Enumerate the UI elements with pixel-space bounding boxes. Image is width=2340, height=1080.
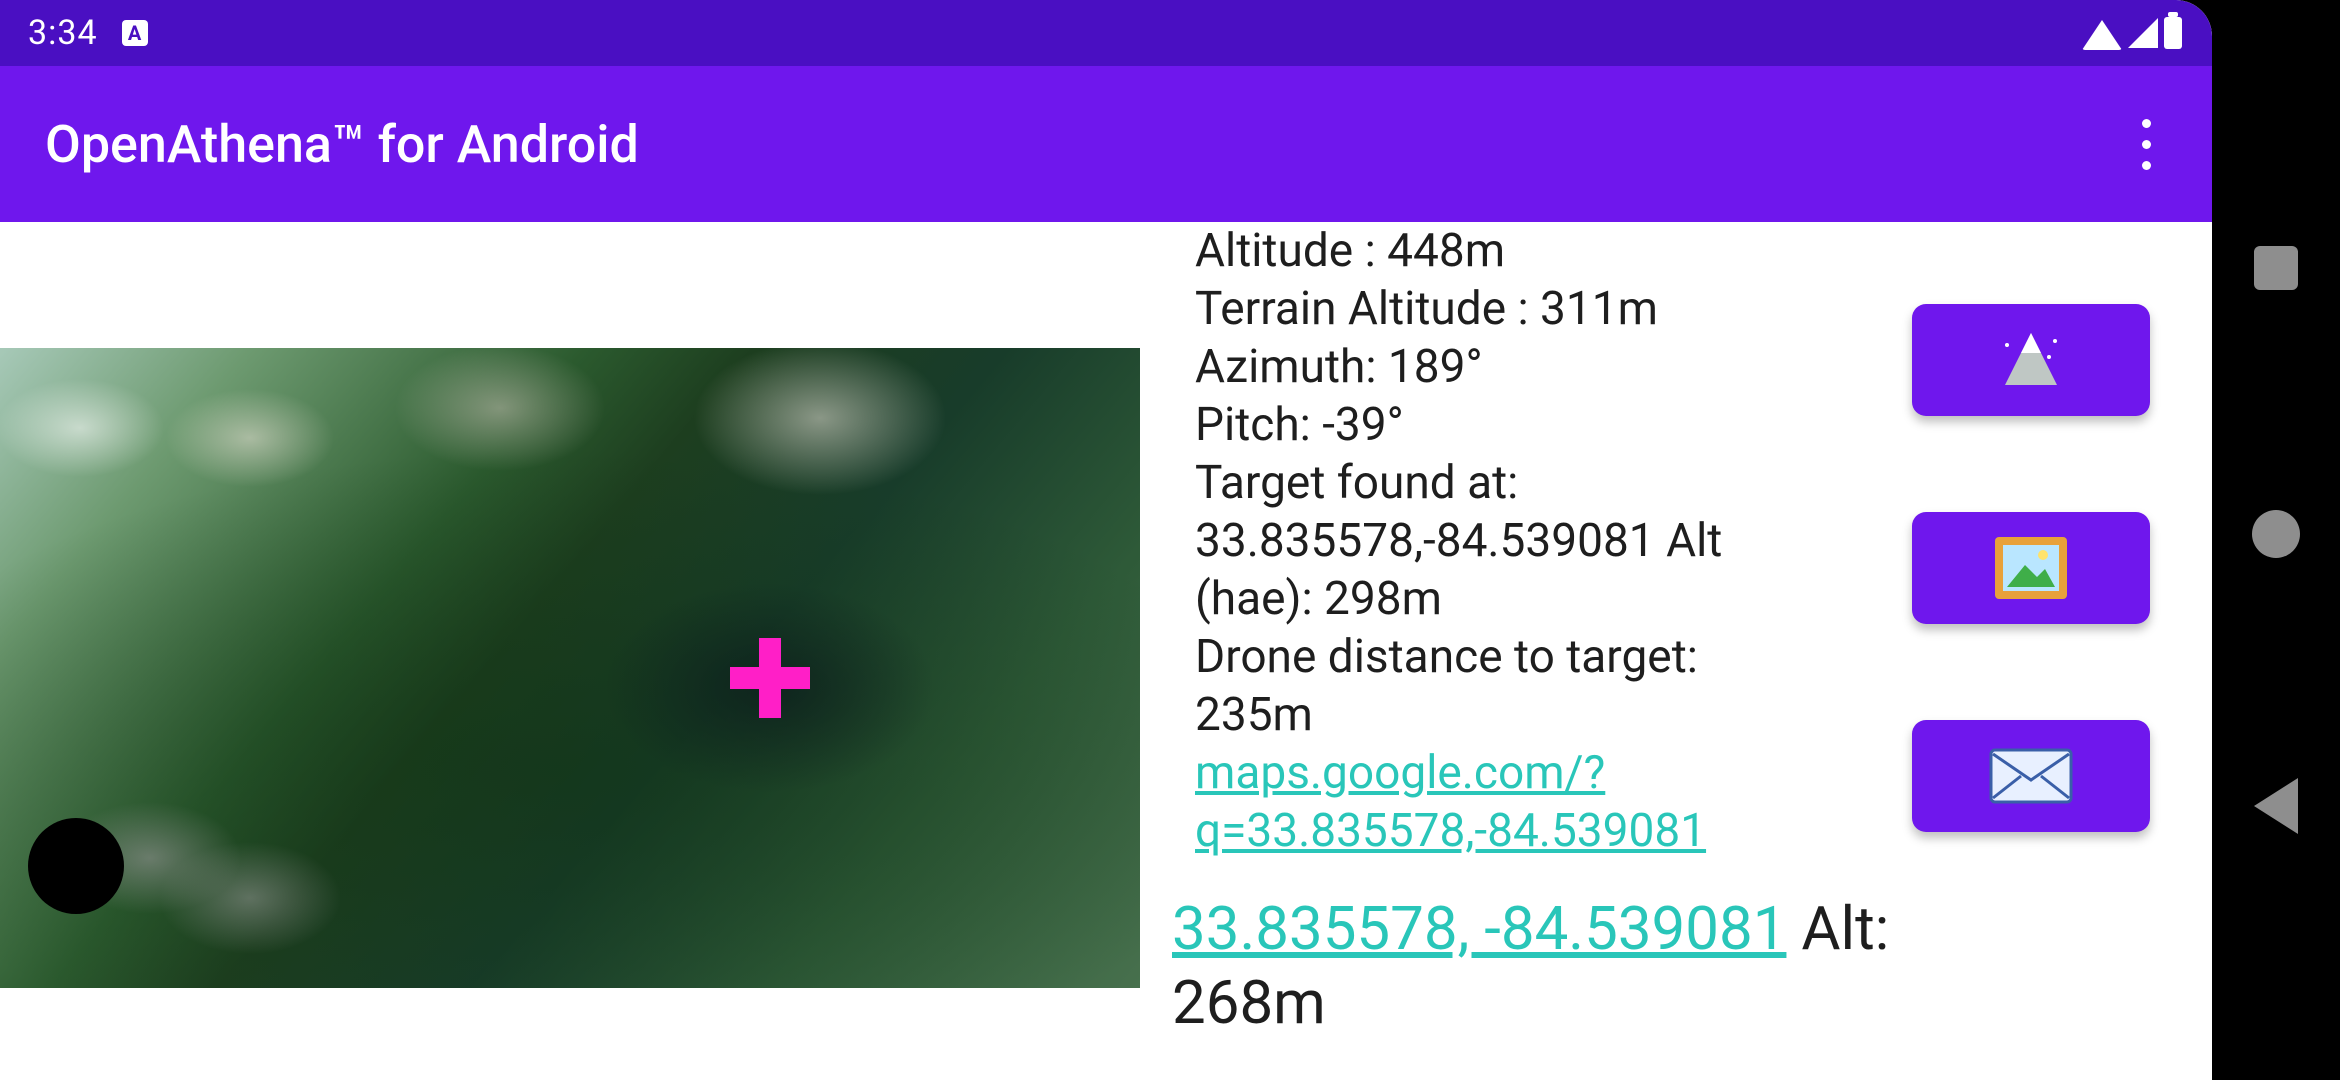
main-content: Altitude : 448m Terrain Altitude : 311m … (0, 222, 2212, 1080)
distance-text: Drone distance to target: 235m (1195, 628, 1775, 744)
maps-link[interactable]: maps.google.com/?q=33.835578,-84.539081 (1195, 746, 1706, 858)
camera-cutout (28, 818, 124, 914)
wifi-icon (2082, 20, 2122, 50)
result-coords-link[interactable]: 33.835578, -84.539081 (1172, 893, 1786, 964)
picture-frame-icon (1993, 535, 2069, 601)
altitude-text: Altitude : 448m (1195, 222, 1775, 280)
system-nav-bar (2212, 0, 2340, 1080)
status-clock: 3:34 (28, 13, 98, 53)
load-image-button[interactable] (1912, 512, 2150, 624)
send-button[interactable] (1912, 720, 2150, 832)
nav-back-button[interactable] (2254, 778, 2298, 834)
target-coords-text: 33.835578,-84.539081 Alt (hae): 298m (1195, 512, 1775, 628)
battery-icon (2164, 17, 2182, 49)
mountain-icon (1991, 327, 2071, 393)
target-found-label: Target found at: (1195, 454, 1775, 512)
nav-overview-button[interactable] (2254, 246, 2298, 290)
azimuth-text: Azimuth: 189° (1195, 338, 1775, 396)
app-title: OpenAthena™ for Android (45, 114, 639, 175)
envelope-icon (1989, 748, 2073, 804)
cell-signal-icon (2128, 18, 2158, 48)
keyboard-indicator-icon: A (122, 20, 148, 46)
drone-image[interactable] (0, 348, 1140, 988)
target-crosshair-icon (730, 638, 810, 718)
terrain-altitude-text: Terrain Altitude : 311m (1195, 280, 1775, 338)
telemetry-readout: Altitude : 448m Terrain Altitude : 311m … (1195, 222, 1775, 860)
load-dem-button[interactable] (1912, 304, 2150, 416)
nav-home-button[interactable] (2252, 510, 2300, 558)
status-bar: 3:34 A (0, 0, 2212, 66)
overflow-menu-button[interactable] (2110, 66, 2182, 222)
pitch-text: Pitch: -39° (1195, 396, 1775, 454)
app-bar: OpenAthena™ for Android (0, 66, 2212, 222)
result-row: 33.835578, -84.539081 Alt: 268m (1172, 892, 2052, 1040)
